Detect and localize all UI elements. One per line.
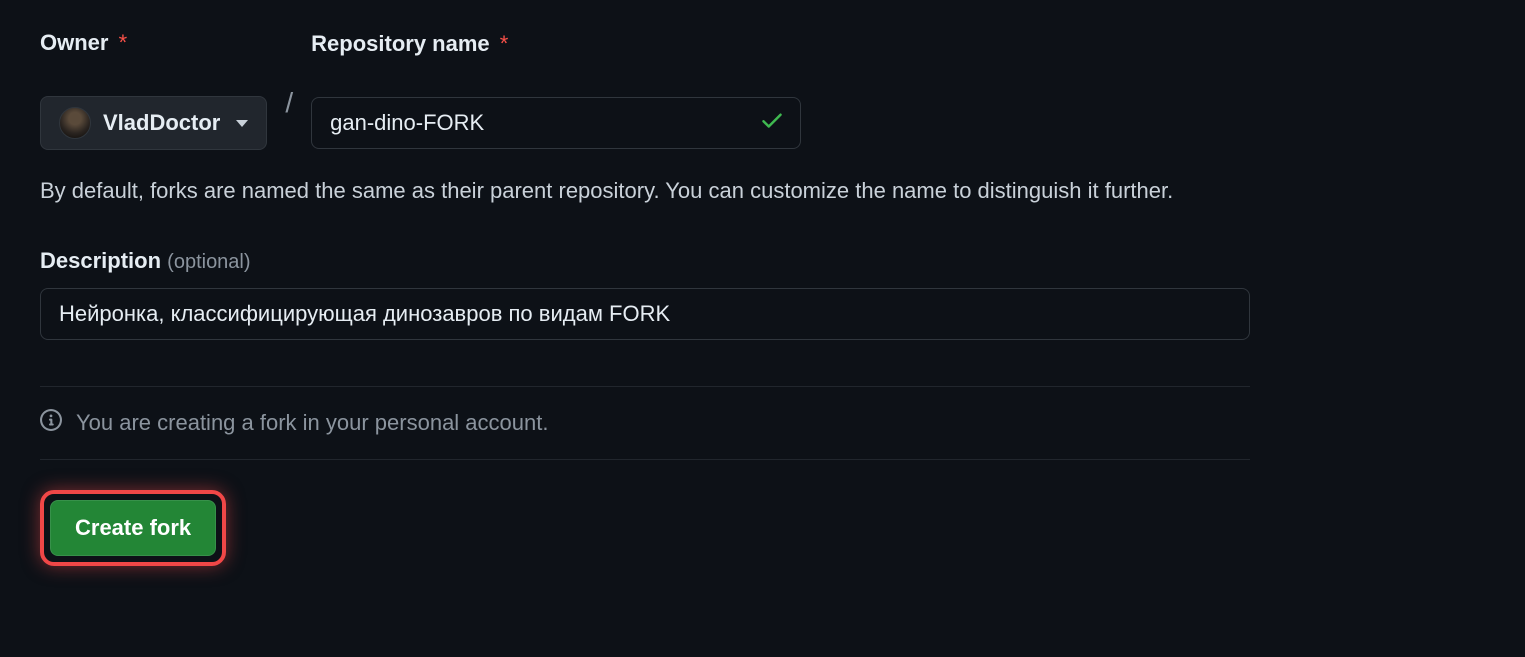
owner-name: VladDoctor [103,110,220,136]
repo-name-input[interactable] [311,97,801,149]
repo-required-mark: * [500,31,509,56]
description-optional: (optional) [167,251,250,273]
caret-down-icon [236,120,248,127]
info-icon [40,409,62,437]
create-fork-highlight: Create fork [40,490,226,566]
repo-name-label: Repository name [311,31,490,56]
slash-separator: / [285,87,293,119]
description-input[interactable] [40,288,1250,340]
avatar [59,107,91,139]
create-fork-button[interactable]: Create fork [50,500,216,556]
divider [40,386,1250,387]
divider [40,459,1250,460]
owner-required-mark: * [119,30,128,55]
personal-account-info: You are creating a fork in your personal… [76,410,548,436]
description-label: Description [40,248,161,273]
owner-label: Owner [40,30,108,55]
fork-name-helper-text: By default, forks are named the same as … [40,174,1470,208]
owner-select-button[interactable]: VladDoctor [40,96,267,150]
check-icon [759,107,785,139]
